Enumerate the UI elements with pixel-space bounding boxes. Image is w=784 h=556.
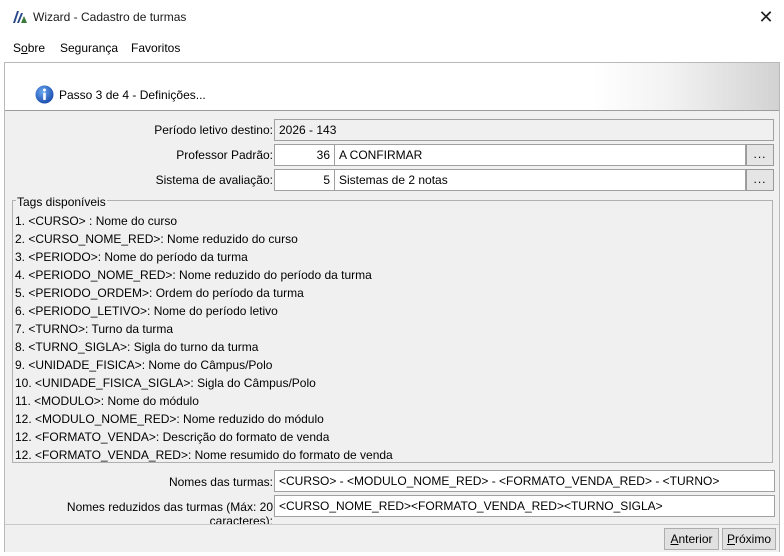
tag-item: 12. <FORMATO_VENDA>: Descrição do format… [15,430,330,444]
menu-item-favoritos[interactable]: Favoritos [131,41,180,55]
tag-item: 10. <UNIDADE_FISICA_SIGLA>: Sigla do Câm… [15,376,316,390]
step-banner [5,63,779,111]
step-indicator: Passo 3 de 4 - Definições... [59,88,206,102]
periodo-label: Período letivo destino: [154,123,273,137]
menu-item-sobre[interactable]: Sobre [13,41,45,55]
menu-item-seguranca[interactable]: Segurança [60,41,118,55]
tag-item: 8. <TURNO_SIGLA>: Sigla do turno da turm… [15,340,259,354]
tag-item: 9. <UNIDADE_FISICA>: Nome do Câmpus/Polo [15,358,273,372]
tag-item: 4. <PERIODO_NOME_RED>: Nome reduzido do … [15,268,372,282]
professor-code-input[interactable]: 36 [274,144,335,166]
tags-group-title: Tags disponíveis [16,195,107,209]
professor-label: Professor Padrão: [176,148,273,162]
tag-item: 3. <PERIODO>: Nome do período da turma [15,250,248,264]
tag-item: 6. <PERIODO_LETIVO>: Nome do período let… [15,304,278,318]
professor-lookup-button[interactable]: ... [746,144,774,166]
menu-item-sobre-label: Sobre [13,41,46,55]
professor-name-field[interactable]: A CONFIRMAR [334,144,746,166]
nomes-turmas-input[interactable]: <CURSO> - <MODULO_NOME_RED> - <FORMATO_V… [274,470,775,492]
info-icon [35,85,54,104]
menu-item-favoritos-label: Favoritos [131,41,181,55]
tag-item: 12. <FORMATO_VENDA_RED>: Nome resumido d… [15,448,393,462]
nomes-turmas-label: Nomes das turmas: [168,475,273,489]
tag-item: 2. <CURSO_NOME_RED>: Nome reduzido do cu… [15,232,298,246]
menu-item-seguranca-label: Segurança [60,41,119,55]
nomes-reduzidos-input[interactable]: <CURSO_NOME_RED><FORMATO_VENDA_RED><TURN… [274,495,775,517]
tag-item: 1. <CURSO> : Nome do curso [15,214,178,228]
tags-list: 1. <CURSO> : Nome do curso 2. <CURSO_NOM… [15,212,771,464]
tag-item: 5. <PERIODO_ORDEM>: Ordem do período da … [15,286,304,300]
close-button[interactable]: ✕ [752,4,780,30]
window-title: Wizard - Cadastro de turmas [33,10,187,24]
tag-item: 7. <TURNO>: Turno da turma [15,322,174,336]
proximo-button[interactable]: Próximo [722,528,776,550]
sistema-code-input[interactable]: 5 [274,169,335,191]
periodo-field: 2026 - 143 [274,119,774,141]
sistema-label: Sistema de avaliação: [155,173,273,187]
button-bar [5,524,779,552]
sistema-name-field[interactable]: Sistemas de 2 notas [334,169,746,191]
anterior-button[interactable]: Anterior [664,528,719,550]
sistema-lookup-button[interactable]: ... [746,169,774,191]
menu-bar: Sobre Segurança Favoritos [0,36,784,60]
tag-item: 12. <MODULO_NOME_RED>: Nome reduzido do … [15,412,324,426]
tag-item: 11. <MODULO>: Nome do módulo [15,394,199,408]
app-logo-icon [13,11,27,23]
